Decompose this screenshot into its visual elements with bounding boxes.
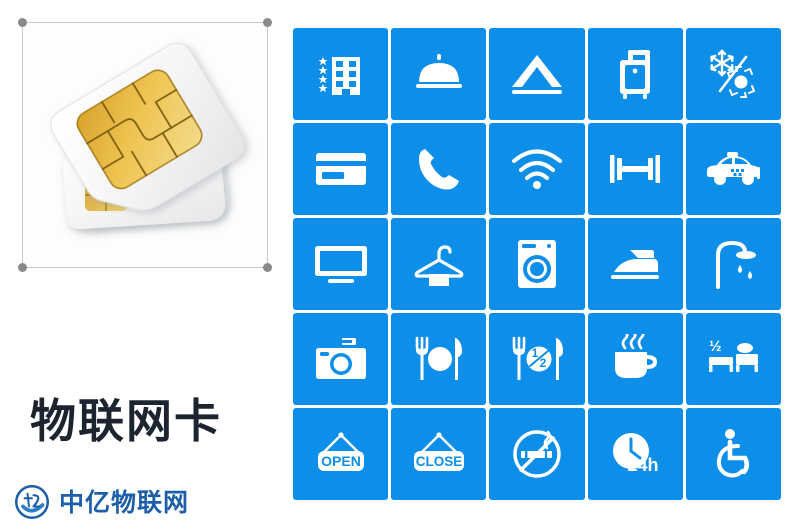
- page-title: 物联网卡: [30, 394, 222, 448]
- tile-laundry-hanger[interactable]: [391, 218, 487, 310]
- double-bed-quantity-label: ½: [709, 338, 722, 355]
- tile-open-sign[interactable]: OPEN: [293, 408, 389, 500]
- product-panel: 物联网卡 中亿物联网: [0, 0, 290, 532]
- tile-camping-tent[interactable]: [489, 28, 585, 120]
- svg-text:1: 1: [532, 346, 539, 360]
- tile-24h-service[interactable]: 24h: [587, 408, 683, 500]
- tile-close-sign[interactable]: CLOSE: [391, 408, 487, 500]
- selection-handle-top-left[interactable]: [18, 18, 27, 27]
- tile-luggage[interactable]: [587, 28, 683, 120]
- brand-name-label: 中亿物联网: [59, 487, 190, 517]
- shower-icon: [705, 236, 761, 292]
- no-smoking-icon: [509, 426, 565, 482]
- tile-hotel-stars[interactable]: [293, 28, 389, 120]
- selection-handle-top-right[interactable]: [263, 18, 272, 27]
- television-icon: [313, 236, 369, 292]
- tile-full-board[interactable]: [391, 313, 487, 405]
- tile-ironing[interactable]: [587, 218, 683, 310]
- full-board-icon: [411, 331, 467, 387]
- wheelchair-access-icon: [705, 426, 761, 482]
- close-sign-icon: CLOSE: [411, 426, 467, 482]
- tile-television[interactable]: [293, 218, 389, 310]
- double-bed-icon: ½: [705, 331, 761, 387]
- tile-camera[interactable]: [293, 313, 389, 405]
- open-sign-label: OPEN: [321, 453, 361, 469]
- image-selection-frame[interactable]: [18, 18, 272, 272]
- sim-card-photo: [50, 42, 245, 230]
- tile-coffee-breakfast[interactable]: [587, 313, 683, 405]
- taxi-icon: [705, 141, 761, 197]
- clothes-iron-icon: [607, 236, 663, 292]
- twenty-four-hour-label: 24h: [628, 455, 659, 475]
- close-sign-label: CLOSE: [416, 454, 463, 469]
- room-service-icon: [411, 46, 467, 102]
- washing-machine-icon: [509, 236, 565, 292]
- selection-handle-bottom-right[interactable]: [263, 263, 272, 272]
- tile-double-bed[interactable]: ½: [685, 313, 781, 405]
- dumbbell-gym-icon: [607, 141, 663, 197]
- air-conditioning-icon: [705, 46, 761, 102]
- tile-credit-card[interactable]: [293, 123, 389, 215]
- wifi-icon: [509, 141, 565, 197]
- tile-taxi[interactable]: [685, 123, 781, 215]
- credit-card-icon: [313, 141, 369, 197]
- coffee-breakfast-icon: [607, 331, 663, 387]
- tile-half-board[interactable]: 1 2: [489, 313, 585, 405]
- tile-air-conditioning[interactable]: [685, 28, 781, 120]
- tile-room-service[interactable]: [391, 28, 487, 120]
- tile-no-smoking[interactable]: [489, 408, 585, 500]
- brand-logo-icon: [14, 484, 50, 520]
- luggage-icon: [607, 46, 663, 102]
- twenty-four-hour-icon: 24h: [607, 426, 663, 482]
- hotel-stars-icon: [313, 46, 369, 102]
- telephone-icon: [411, 141, 467, 197]
- open-sign-icon: OPEN: [313, 426, 369, 482]
- tile-wifi[interactable]: [489, 123, 585, 215]
- tile-telephone[interactable]: [391, 123, 487, 215]
- camera-icon: [313, 331, 369, 387]
- tile-wheelchair-access[interactable]: [685, 408, 781, 500]
- half-board-icon: 1 2: [509, 331, 565, 387]
- tile-washing-machine[interactable]: [489, 218, 585, 310]
- tile-gym[interactable]: [587, 123, 683, 215]
- tile-shower[interactable]: [685, 218, 781, 310]
- amenity-icon-grid: 1 2 ½ OPEN CLOSE 24h: [293, 28, 781, 500]
- selection-handle-bottom-left[interactable]: [18, 263, 27, 272]
- camping-tent-icon: [509, 46, 565, 102]
- clothes-hanger-icon: [411, 236, 467, 292]
- brand-watermark: 中亿物联网: [14, 484, 189, 520]
